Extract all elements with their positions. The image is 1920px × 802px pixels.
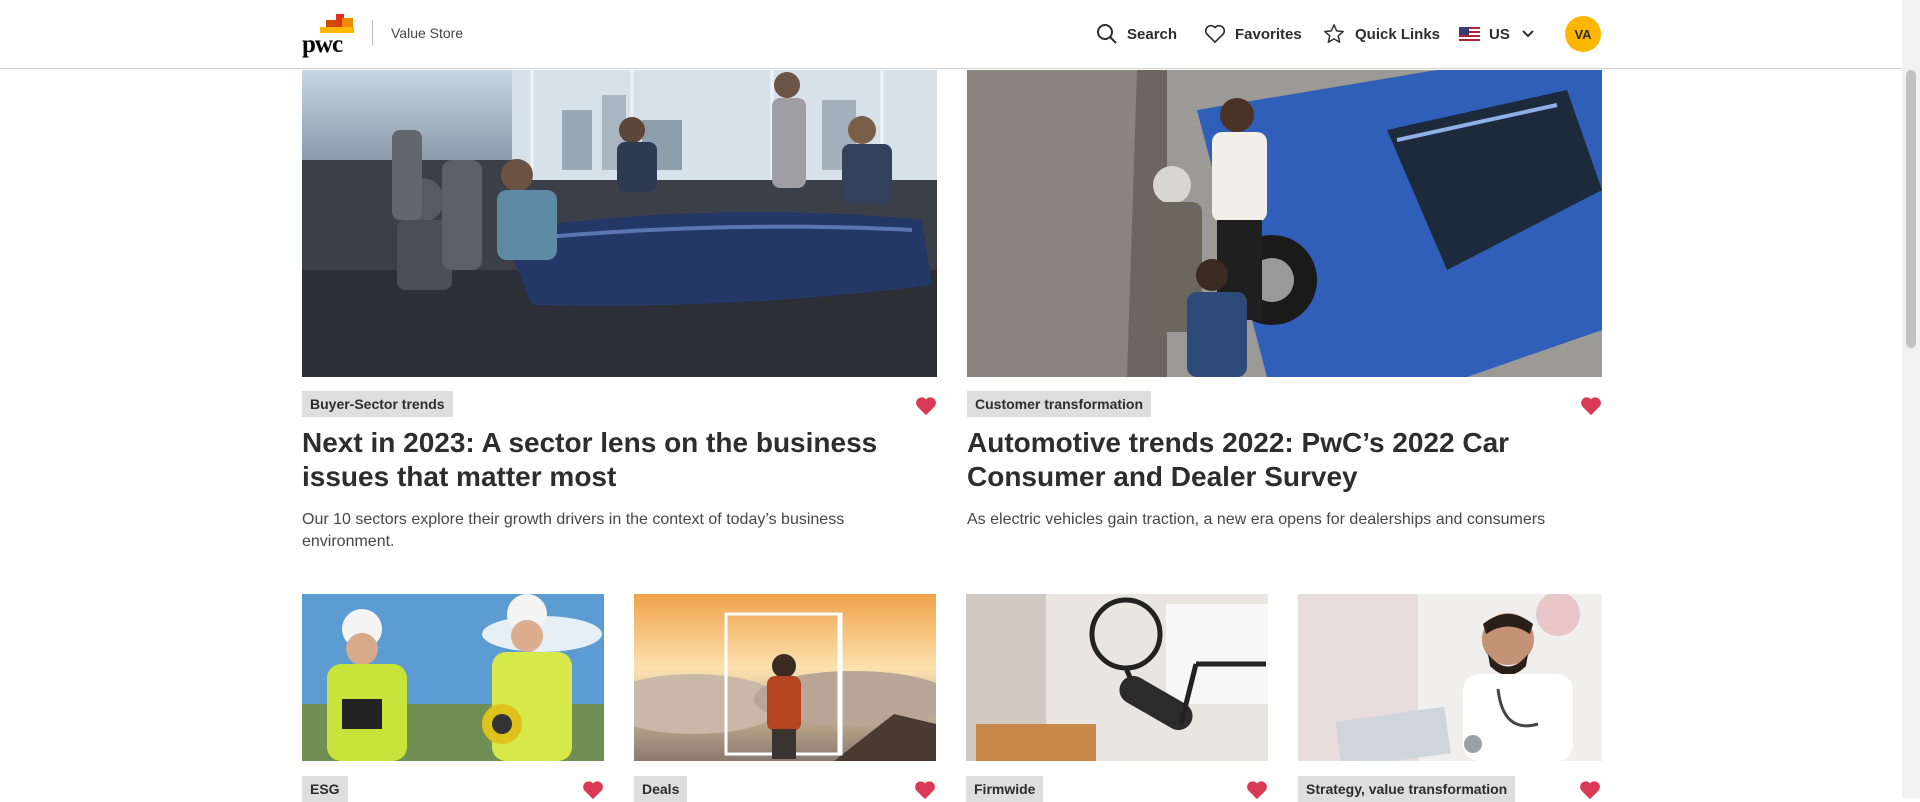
favorite-heart-icon[interactable] [582,780,604,800]
featured-card: Customer transformation Automotive trend… [967,70,1602,560]
category-tag[interactable]: Customer transformation [967,391,1152,417]
top-header: pwc Value Store Search Favorites Quick L… [0,0,1902,69]
heart-outline-icon [1204,24,1226,43]
us-flag-icon [1459,27,1480,41]
scrollbar-thumb[interactable] [1906,70,1916,348]
small-card: Strategy, value transformation [1298,594,1602,802]
page-scrollbar[interactable] [1902,0,1920,798]
category-tag[interactable]: Strategy, value transformation [1298,776,1516,802]
quick-links-label: Quick Links [1355,25,1441,43]
small-card: ESG [302,594,604,802]
star-outline-icon [1324,24,1344,43]
small-card: Deals [634,594,936,802]
field-engineers-image[interactable] [302,594,604,761]
card-title[interactable]: Next in 2023: A sector lens on the busin… [302,426,902,494]
user-avatar[interactable]: VA [1565,16,1601,52]
sunset-clouds-image[interactable] [634,594,936,761]
favorite-heart-icon[interactable] [914,780,936,800]
favorite-heart-icon[interactable] [1246,780,1268,800]
featured-card: Buyer-Sector trends Next in 2023: A sect… [302,70,937,560]
chevron-down-icon [1522,30,1534,38]
category-tag[interactable]: Firmwide [966,776,1044,802]
category-tag[interactable]: ESG [302,776,348,802]
logo-divider [372,20,373,46]
microphone-image[interactable] [966,594,1268,761]
store-name: Value Store [391,25,464,41]
quick-links-button[interactable]: Quick Links [1322,20,1440,48]
search-label: Search [1127,25,1178,43]
favorite-heart-icon[interactable] [1580,396,1602,416]
favorites-label: Favorites [1235,25,1302,43]
favorite-heart-icon[interactable] [915,396,937,416]
doctor-image[interactable] [1298,594,1602,761]
category-tag[interactable]: Deals [634,776,688,802]
card-description: As electric vehicles gain traction, a ne… [967,511,1546,528]
meeting-room-image[interactable] [302,70,937,377]
logo-wordmark: pwc [302,31,343,58]
region-selector[interactable]: US [1459,20,1535,48]
card-title[interactable]: Automotive trends 2022: PwC’s 2022 Car C… [967,426,1567,494]
card-description: Our 10 sectors explore their growth driv… [302,511,845,550]
favorite-heart-icon[interactable] [1579,780,1601,800]
category-tag[interactable]: Buyer-Sector trends [302,391,453,417]
favorites-button[interactable]: Favorites [1204,20,1302,48]
search-button[interactable]: Search [1096,20,1177,48]
small-card: Firmwide [966,594,1268,802]
region-label: US [1489,25,1510,43]
car-dealership-image[interactable] [967,70,1602,377]
pwc-logo[interactable]: pwc [302,14,356,58]
search-icon [1097,24,1117,44]
